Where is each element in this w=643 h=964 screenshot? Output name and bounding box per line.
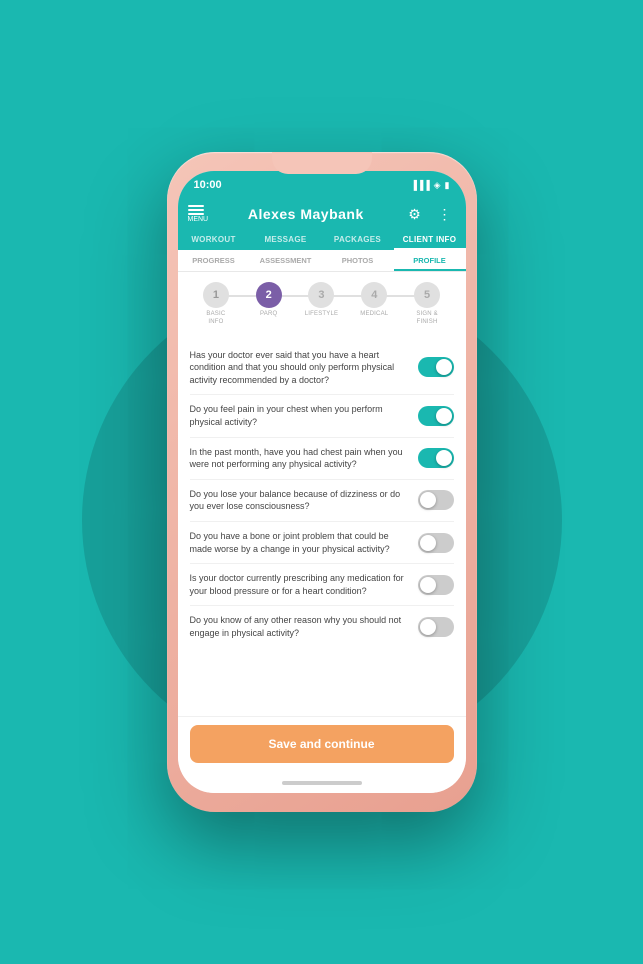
sub-tabs: PROGRESS ASSESSMENT PHOTOS PROFILE [178, 250, 466, 272]
toggle-2[interactable] [418, 406, 454, 426]
home-bar [282, 781, 362, 785]
main-tabs: WORKOUT MESSAGE PACKAGES CLIENT INFO [178, 231, 466, 250]
tab-client-info[interactable]: CLIENT INFO [394, 231, 466, 250]
question-row-5: Do you have a bone or joint problem that… [190, 522, 454, 564]
top-nav: MENU Alexes Maybank ⚙ ⋮ [178, 199, 466, 231]
status-bar: 10:00 ▐▐▐ ◈ ▮ [178, 171, 466, 199]
step-circle-4: 4 [361, 282, 387, 308]
settings-icon[interactable]: ⚙ [403, 203, 425, 225]
question-text-4: Do you lose your balance because of dizz… [190, 488, 410, 513]
step-circle-1: 1 [203, 282, 229, 308]
step-circle-3: 3 [308, 282, 334, 308]
step-label-1: BASICINFO [206, 311, 225, 327]
battery-icon: ▮ [445, 180, 450, 191]
subtab-progress[interactable]: PROGRESS [178, 250, 250, 271]
step-label-4: MEDICAL [360, 311, 388, 319]
question-text-1: Has your doctor ever said that you have … [190, 349, 410, 387]
question-text-5: Do you have a bone or joint problem that… [190, 530, 410, 555]
menu-button[interactable]: MENU [188, 205, 209, 223]
subtab-photos[interactable]: PHOTOS [322, 250, 394, 271]
step-circle-5: 5 [414, 282, 440, 308]
phone-notch [272, 152, 372, 174]
question-row-6: Is your doctor currently prescribing any… [190, 564, 454, 606]
tab-packages[interactable]: PACKAGES [322, 231, 394, 250]
step-indicator: 1 BASICINFO 2 PARQ 3 LIFESTYLE [178, 272, 466, 333]
toggle-6[interactable] [418, 575, 454, 595]
toggle-1[interactable] [418, 357, 454, 377]
step-label-3: LIFESTYLE [305, 311, 338, 319]
step-label-2: PARQ [260, 311, 277, 319]
tab-workout[interactable]: WORKOUT [178, 231, 250, 250]
phone-screen: 10:00 ▐▐▐ ◈ ▮ MENU Alexes Maybank ⚙ [178, 171, 466, 793]
question-row-7: Do you know of any other reason why you … [190, 606, 454, 647]
toggle-4[interactable] [418, 490, 454, 510]
subtab-profile[interactable]: PROFILE [394, 250, 466, 271]
question-text-7: Do you know of any other reason why you … [190, 614, 410, 639]
step-5[interactable]: 5 SIGN &FINISH [401, 282, 454, 327]
step-4[interactable]: 4 MEDICAL [348, 282, 401, 319]
nav-actions: ⚙ ⋮ [403, 203, 455, 225]
status-time: 10:00 [194, 179, 222, 191]
question-text-3: In the past month, have you had chest pa… [190, 446, 410, 471]
question-row-4: Do you lose your balance because of dizz… [190, 480, 454, 522]
question-text-2: Do you feel pain in your chest when you … [190, 403, 410, 428]
step-2[interactable]: 2 PARQ [242, 282, 295, 319]
status-icons: ▐▐▐ ◈ ▮ [410, 180, 449, 191]
more-icon[interactable]: ⋮ [433, 203, 455, 225]
toggle-5[interactable] [418, 533, 454, 553]
step-3[interactable]: 3 LIFESTYLE [295, 282, 348, 319]
signal-icon: ▐▐▐ [410, 180, 429, 190]
nav-title: Alexes Maybank [248, 206, 364, 222]
questions-area: Has your doctor ever said that you have … [178, 333, 466, 716]
phone-shell: 10:00 ▐▐▐ ◈ ▮ MENU Alexes Maybank ⚙ [167, 152, 477, 812]
tab-message[interactable]: MESSAGE [250, 231, 322, 250]
save-continue-button[interactable]: Save and continue [190, 725, 454, 763]
home-indicator [178, 775, 466, 793]
question-row-2: Do you feel pain in your chest when you … [190, 395, 454, 437]
question-text-6: Is your doctor currently prescribing any… [190, 572, 410, 597]
question-row-3: In the past month, have you had chest pa… [190, 438, 454, 480]
toggle-7[interactable] [418, 617, 454, 637]
wifi-icon: ◈ [434, 180, 441, 191]
save-btn-container: Save and continue [178, 716, 466, 775]
step-label-5: SIGN &FINISH [416, 311, 438, 327]
subtab-assessment[interactable]: ASSESSMENT [250, 250, 322, 271]
step-circle-2: 2 [256, 282, 282, 308]
toggle-3[interactable] [418, 448, 454, 468]
question-row-1: Has your doctor ever said that you have … [190, 341, 454, 396]
step-1[interactable]: 1 BASICINFO [190, 282, 243, 327]
